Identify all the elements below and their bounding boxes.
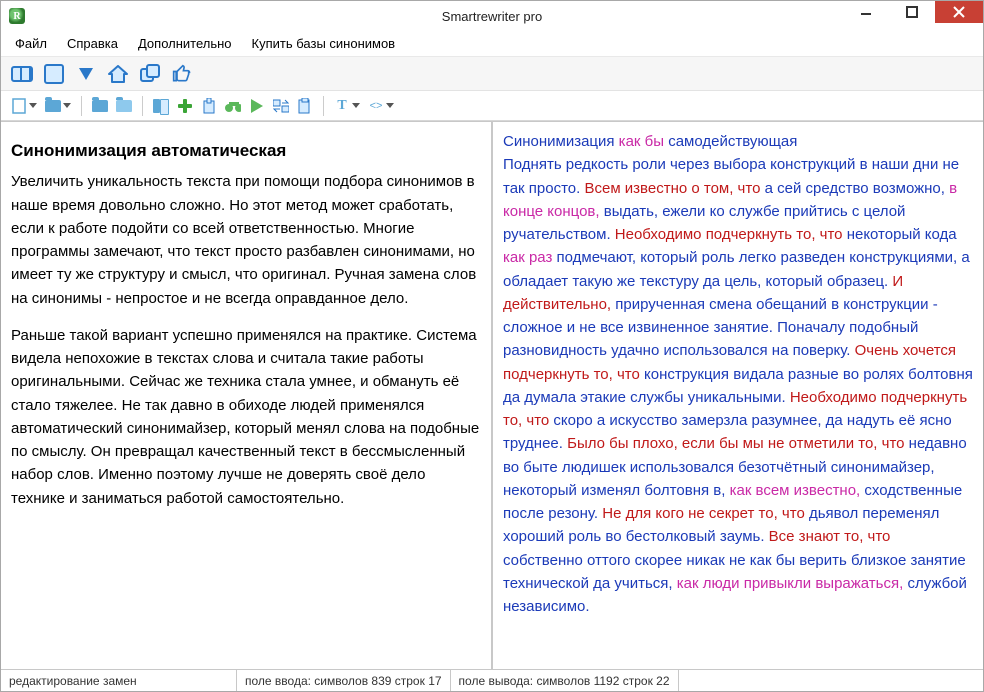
tb2-binoculars-icon[interactable] (223, 96, 243, 116)
left-paragraph-2: Раньше такой вариант успешно применялся … (11, 324, 481, 510)
synonym-segment[interactable]: Не для кого не секрет то, что (602, 505, 809, 522)
synonym-segment[interactable]: Все знают то, что (769, 528, 891, 545)
synonym-segment[interactable]: некоторый кода (847, 226, 957, 243)
synonym-segment[interactable]: Было бы плохо, если бы мы не отметили то… (567, 435, 909, 452)
tool-doc-icon[interactable] (9, 61, 35, 87)
synonym-segment[interactable]: Синонимизация (503, 133, 619, 150)
tb2-text-icon[interactable]: T (332, 96, 362, 116)
synonym-segment[interactable]: как всем известно, (730, 482, 865, 499)
menubar: Файл Справка Дополнительно Купить базы с… (1, 31, 983, 57)
synonym-segment[interactable]: а сей средство возможно, (765, 180, 950, 197)
tb2-add-icon[interactable] (175, 96, 195, 116)
tb2-open-icon[interactable] (43, 96, 73, 116)
minimize-button[interactable] (843, 1, 889, 23)
menu-extra[interactable]: Дополнительно (130, 33, 240, 54)
separator (323, 96, 324, 116)
tool-box-icon[interactable] (41, 61, 67, 87)
tb2-play-icon[interactable] (247, 96, 267, 116)
tool-copy-icon[interactable] (137, 61, 163, 87)
synonym-segment[interactable]: как бы (619, 133, 669, 150)
secondary-toolbar: T <> (1, 91, 983, 121)
status-mode: редактирование замен (1, 670, 237, 691)
right-pane[interactable]: Синонимизация как бы самодействующаяПодн… (493, 122, 983, 669)
titlebar: R Smartrewriter pro (1, 1, 983, 31)
menu-file[interactable]: Файл (7, 33, 55, 54)
separator (81, 96, 82, 116)
synonym-segment[interactable]: как люди привыкли выражаться, (677, 575, 908, 592)
window-title: Smartrewriter pro (1, 9, 983, 24)
tb2-folder2-icon[interactable] (114, 96, 134, 116)
left-heading: Синонимизация автоматическая (11, 138, 481, 164)
separator (142, 96, 143, 116)
window-controls (843, 1, 983, 31)
statusbar: редактирование замен поле ввода: символо… (1, 669, 983, 691)
synonym-segment[interactable]: самодействующая (668, 133, 797, 150)
content-area: Синонимизация автоматическая Увеличить у… (1, 121, 983, 669)
menu-help[interactable]: Справка (59, 33, 126, 54)
maximize-button[interactable] (889, 1, 935, 23)
synonym-segment[interactable]: Всем известно о том, что (584, 180, 764, 197)
tool-down-icon[interactable] (73, 61, 99, 87)
tool-like-icon[interactable] (169, 61, 195, 87)
tb2-replace-icon[interactable] (271, 96, 291, 116)
tb2-folder-icon[interactable] (90, 96, 110, 116)
primary-toolbar (1, 57, 983, 91)
synonym-segment[interactable]: Необходимо подчеркнуть то, что (615, 226, 847, 243)
app-icon: R (9, 8, 25, 24)
left-paragraph-1: Увеличить уникальность текста при помощи… (11, 170, 481, 310)
menu-buy[interactable]: Купить базы синонимов (244, 33, 404, 54)
left-pane[interactable]: Синонимизация автоматическая Увеличить у… (1, 122, 491, 669)
tb2-split-icon[interactable] (151, 96, 171, 116)
tb2-clip-icon[interactable] (199, 96, 219, 116)
tb2-new-icon[interactable] (9, 96, 39, 116)
app-window: R Smartrewriter pro Файл Справка Дополни… (0, 0, 984, 692)
close-button[interactable] (935, 1, 983, 23)
status-input: поле ввода: символов 839 строк 17 (237, 670, 451, 691)
tb2-paste-icon[interactable] (295, 96, 315, 116)
tool-home-icon[interactable] (105, 61, 131, 87)
status-output: поле вывода: символов 1192 строк 22 (451, 670, 679, 691)
tb2-tags-icon[interactable]: <> (366, 96, 396, 116)
synonym-segment[interactable]: как раз (503, 249, 557, 266)
